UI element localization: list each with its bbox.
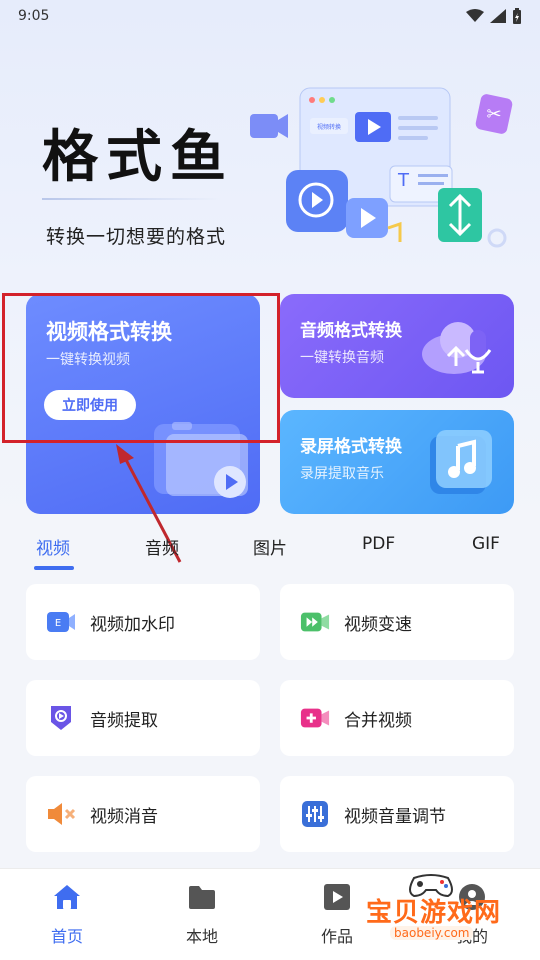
app-subtitle: 转换一切想要的格式 xyxy=(46,226,227,248)
category-tabs: 视频 音频 图片 PDF GIF xyxy=(0,528,540,572)
profile-icon xyxy=(459,884,485,910)
tool-audio-extract[interactable]: 音频提取 xyxy=(26,680,260,756)
status-time: 9:05 xyxy=(18,8,50,24)
wifi-icon xyxy=(466,9,484,22)
hero-illustration: 视频转换 T ✂ xyxy=(250,87,513,248)
nav-home-label: 首页 xyxy=(50,927,83,946)
tab-indicator xyxy=(34,566,74,570)
speed-icon xyxy=(300,607,330,637)
folder-icon xyxy=(189,886,215,909)
tool-video-speed[interactable]: 视频变速 xyxy=(280,584,514,660)
tool-volume-adjust[interactable]: 视频音量调节 xyxy=(280,776,514,852)
tool-merge-video[interactable]: 合并视频 xyxy=(280,680,514,756)
nav-local[interactable]: 本地 xyxy=(162,883,242,947)
screen-record-convert-title: 录屏格式转换 xyxy=(300,437,402,457)
music-note-icon xyxy=(430,430,492,494)
tool-label: 合并视频 xyxy=(344,710,412,731)
tool-label: 视频加水印 xyxy=(90,614,175,635)
status-icons xyxy=(466,8,522,24)
mute-icon xyxy=(46,799,76,829)
watermark-icon: E xyxy=(46,607,76,637)
app-title: 格式鱼 xyxy=(42,125,234,190)
use-now-button[interactable]: 立即使用 xyxy=(44,390,136,420)
tab-audio[interactable]: 音频 xyxy=(145,534,179,559)
video-convert-title: 视频格式转换 xyxy=(46,320,172,344)
tool-video-mute[interactable]: 视频消音 xyxy=(26,776,260,852)
svg-text:T: T xyxy=(397,170,410,191)
video-convert-card[interactable]: 视频格式转换 一键转换视频 立即使用 xyxy=(26,294,260,514)
extract-audio-icon xyxy=(46,703,76,733)
audio-convert-subtitle: 一键转换音频 xyxy=(300,350,384,366)
cloud-microphone-icon xyxy=(422,322,492,374)
nav-works[interactable]: 作品 xyxy=(297,883,377,947)
tab-image[interactable]: 图片 xyxy=(253,534,287,559)
tab-pdf[interactable]: PDF xyxy=(362,534,395,554)
tool-label: 视频音量调节 xyxy=(344,806,446,827)
bottom-nav: 首页 本地 作品 我的 xyxy=(0,868,540,960)
nav-local-label: 本地 xyxy=(185,927,218,946)
screen-record-convert-subtitle: 录屏提取音乐 xyxy=(300,466,384,482)
tool-label: 视频变速 xyxy=(344,614,412,635)
nav-home[interactable]: 首页 xyxy=(27,883,107,947)
nav-works-label: 作品 xyxy=(320,927,353,946)
video-convert-subtitle: 一键转换视频 xyxy=(46,352,130,368)
tab-video[interactable]: 视频 xyxy=(36,534,70,559)
volume-adjust-icon xyxy=(300,799,330,829)
home-icon xyxy=(54,885,80,909)
nav-profile[interactable]: 我的 xyxy=(432,883,512,947)
audio-convert-card[interactable]: 音频格式转换 一键转换音频 xyxy=(280,294,514,398)
hero-screen-label: 视频转换 xyxy=(317,123,341,131)
tool-video-watermark[interactable]: E 视频加水印 xyxy=(26,584,260,660)
tab-gif[interactable]: GIF xyxy=(472,534,500,554)
audio-convert-title: 音频格式转换 xyxy=(300,321,402,341)
nav-profile-label: 我的 xyxy=(455,927,488,946)
svg-text:E: E xyxy=(55,618,61,629)
battery-icon xyxy=(513,8,521,24)
tool-label: 音频提取 xyxy=(90,710,158,731)
merge-video-icon xyxy=(300,703,330,733)
screen-record-convert-card[interactable]: 录屏格式转换 录屏提取音乐 xyxy=(280,410,514,514)
svg-text:✂: ✂ xyxy=(486,104,501,125)
signal-icon xyxy=(490,9,506,23)
tool-label: 视频消音 xyxy=(90,806,158,827)
play-icon xyxy=(324,884,350,910)
status-bar: 9:05 xyxy=(0,0,540,32)
title-underline xyxy=(42,198,220,200)
video-folder-icon xyxy=(154,422,248,498)
